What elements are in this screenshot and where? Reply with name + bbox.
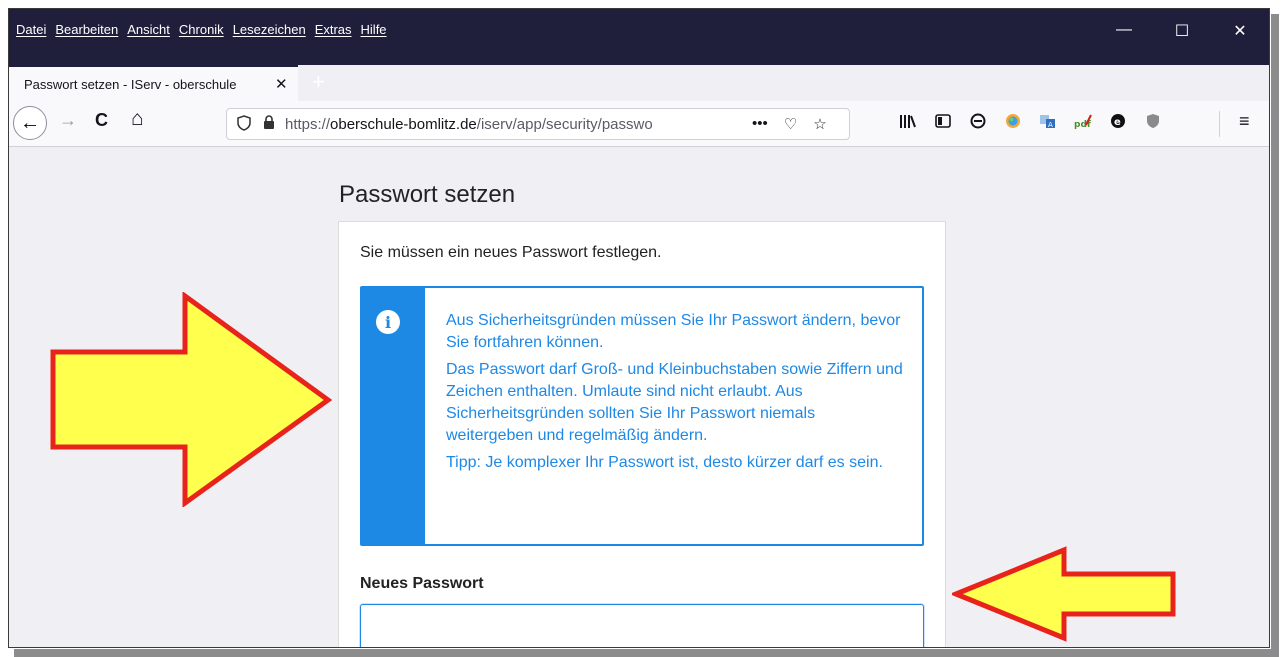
new-password-input[interactable] <box>360 604 924 647</box>
home-button[interactable]: ⌂ <box>131 107 144 131</box>
maximize-button[interactable]: ☐ <box>1153 21 1211 41</box>
lock-icon[interactable] <box>263 115 275 133</box>
sidebar-icon[interactable] <box>925 114 960 133</box>
menu-lesezeichen[interactable]: Lesezeichen <box>233 22 306 37</box>
left-arrow-annotation <box>952 546 1176 642</box>
menu-chronik[interactable]: Chronik <box>179 22 224 37</box>
toolbar-icons: A pdf e <box>890 113 1170 134</box>
menu: Datei Bearbeiten Ansicht Chronik Lesezei… <box>16 22 396 37</box>
toolbar-separator <box>1219 111 1220 137</box>
new-tab-button[interactable]: + <box>312 69 325 95</box>
forward-button[interactable]: → <box>59 110 77 131</box>
colorful-extension-icon[interactable] <box>995 113 1030 134</box>
menu-ansicht[interactable]: Ansicht <box>127 22 170 37</box>
frame-shadow-right <box>1271 14 1279 652</box>
url-bar[interactable]: https://oberschule-bomlitz.de/iserv/app/… <box>226 108 850 140</box>
url-actions: ••• ♡ ☆ <box>752 115 827 133</box>
page-actions-more-icon[interactable]: ••• <box>752 115 768 133</box>
new-password-label: Neues Passwort <box>360 575 484 592</box>
alert-sidebar: i <box>362 288 425 544</box>
menu-hilfe[interactable]: Hilfe <box>361 22 387 37</box>
alert-paragraph-1: Aus Sicherheitsgründen müssen Sie Ihr Pa… <box>446 312 901 351</box>
shield-extension-icon[interactable] <box>1135 113 1170 134</box>
page-title: Passwort setzen <box>339 181 516 208</box>
menu-bar: Datei Bearbeiten Ansicht Chronik Lesezei… <box>9 9 1269 65</box>
info-icon: i <box>376 310 400 334</box>
password-panel: Sie müssen ein neues Passwort festlegen.… <box>338 221 946 647</box>
url-path: /iserv/app/security/passwo <box>476 115 653 133</box>
tab-title: Passwort setzen - IServ - oberschule <box>24 76 237 92</box>
navigation-bar: ← → C ⌂ https://oberschule-bomlitz.de/is… <box>9 101 1269 147</box>
window-controls: — ☐ ✕ <box>1095 21 1269 41</box>
reload-button[interactable]: C <box>95 110 108 131</box>
tab-active[interactable]: Passwort setzen - IServ - oberschule ✕ <box>9 65 298 101</box>
menu-extras[interactable]: Extras <box>315 22 352 37</box>
intro-text: Sie müssen ein neues Passwort festlegen. <box>360 244 662 261</box>
tab-close-icon[interactable]: ✕ <box>275 75 288 93</box>
menu-datei[interactable]: Datei <box>16 22 46 37</box>
url-text[interactable]: https://oberschule-bomlitz.de/iserv/app/… <box>285 116 740 133</box>
bookmark-star-icon[interactable]: ☆ <box>813 115 826 133</box>
url-prefix: https:// <box>285 115 331 133</box>
alert-text: Aus Sicherheitsgründen müssen Sie Ihr Pa… <box>446 310 906 479</box>
minimize-button[interactable]: — <box>1095 21 1153 41</box>
svg-text:A: A <box>1048 121 1053 129</box>
url-host: oberschule-bomlitz.de <box>330 115 477 133</box>
menu-bearbeiten[interactable]: Bearbeiten <box>55 22 118 37</box>
circle-e-icon[interactable]: e <box>1100 113 1135 134</box>
translate-icon[interactable]: A <box>1030 113 1065 134</box>
library-icon[interactable] <box>890 113 925 134</box>
alert-paragraph-3: Tipp: Je komplexer Ihr Passwort ist, des… <box>446 454 883 471</box>
close-window-button[interactable]: ✕ <box>1211 21 1269 41</box>
pdf-extension-icon[interactable]: pdf <box>1065 113 1100 134</box>
alert-paragraph-2: Das Passwort darf Groß- und Kleinbuchsta… <box>446 361 903 444</box>
pocket-icon[interactable]: ♡ <box>784 115 797 133</box>
info-alert: i Aus Sicherheitsgründen müssen Sie Ihr … <box>360 286 924 546</box>
frame-shadow-bottom <box>14 649 1279 657</box>
tracking-shield-icon[interactable] <box>237 114 251 134</box>
right-arrow-annotation <box>50 292 333 507</box>
svg-text:e: e <box>1114 117 1121 128</box>
account-icon[interactable] <box>960 113 995 134</box>
back-button[interactable]: ← <box>13 106 47 140</box>
hamburger-menu-icon[interactable]: ≡ <box>1239 111 1250 132</box>
